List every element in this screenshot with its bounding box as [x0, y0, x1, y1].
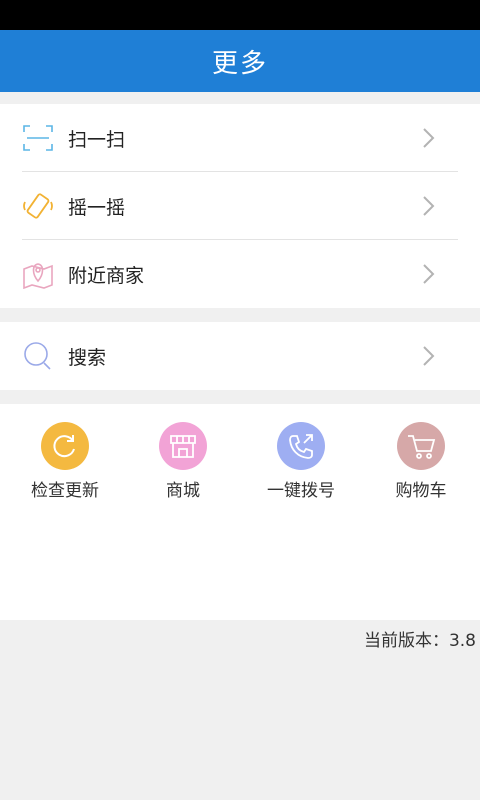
quick-action-label: 一键拨号: [267, 481, 335, 501]
quick-action-label: 商城: [166, 481, 200, 501]
menu-item-label: 搜索: [68, 346, 107, 369]
search-icon: [22, 340, 54, 372]
chevron-right-icon: [423, 128, 435, 148]
one-key-dial-button[interactable]: 一键拨号: [241, 422, 361, 501]
menu-item-nearby-merchants[interactable]: 附近商家: [0, 240, 480, 308]
check-update-button[interactable]: 检查更新: [5, 422, 125, 501]
menu-item-search[interactable]: 搜索: [0, 322, 480, 390]
menu-item-label: 摇一摇: [68, 196, 126, 219]
chevron-right-icon: [423, 346, 435, 366]
store-button[interactable]: 商城: [123, 422, 243, 501]
cart-icon: [397, 422, 445, 470]
chevron-right-icon: [423, 196, 435, 216]
map-pin-icon: [22, 258, 54, 290]
menu-item-label: 附近商家: [68, 264, 145, 287]
store-icon: [159, 422, 207, 470]
app-version: 当前版本：3.8: [363, 631, 476, 651]
menu-group-2: 搜索: [0, 322, 480, 390]
shopping-cart-button[interactable]: 购物车: [361, 422, 480, 501]
chevron-right-icon: [423, 264, 435, 284]
phone-icon: [277, 422, 325, 470]
quick-actions-panel: 检查更新 商城 一键拨号 购物车: [0, 404, 480, 620]
menu-item-scan[interactable]: 扫一扫: [0, 104, 480, 172]
status-bar: [0, 0, 480, 30]
refresh-icon: [41, 422, 89, 470]
scan-icon: [22, 122, 54, 154]
page-title: 更多: [211, 48, 268, 79]
shake-phone-icon: [22, 190, 54, 222]
menu-item-shake[interactable]: 摇一摇: [0, 172, 480, 240]
menu-item-label: 扫一扫: [68, 128, 126, 151]
quick-action-label: 检查更新: [31, 481, 99, 501]
menu-group-1: 扫一扫 摇一摇 附近商家: [0, 104, 480, 308]
quick-action-label: 购物车: [395, 481, 447, 501]
title-bar: 更多: [0, 30, 480, 92]
